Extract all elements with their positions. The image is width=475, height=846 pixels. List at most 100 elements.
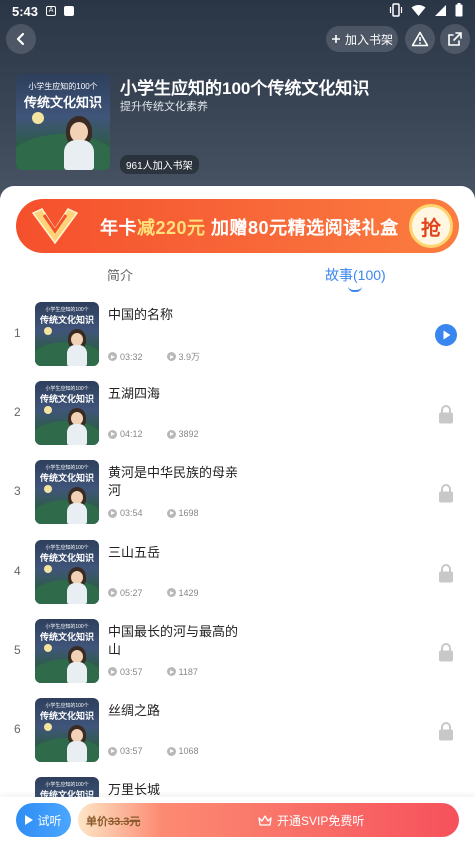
episode-number: 4 [14, 563, 21, 578]
episode-row[interactable]: 4 小学生应知的100个 传统文化知识 三山五岳 05:27 1429 [0, 539, 475, 608]
episode-title: 丝绸之路 [108, 703, 161, 718]
lock-icon [439, 484, 453, 503]
episode-duration: 03:57 [120, 666, 143, 677]
svip-label-text: 开通SVIP免费听 [277, 814, 365, 828]
episode-duration: 03:32 [120, 351, 143, 362]
episode-cover: 小学生应知的100个 传统文化知识 [35, 302, 99, 366]
play-count-icon [166, 746, 176, 756]
cover-moon [44, 327, 52, 335]
episode-number: 3 [14, 484, 21, 499]
episode-meta: 03:32 3.9万 [108, 350, 200, 363]
episode-title: 中国最长的河与最高的山 [108, 623, 239, 657]
cover-girl-body [67, 424, 87, 446]
episode-row[interactable]: 1 小学生应知的100个 传统文化知识 中国的名称 03:32 3.9万 [0, 302, 475, 370]
cover-girl-body [67, 345, 87, 366]
lock-icon [439, 642, 453, 662]
cover-hill [16, 134, 110, 170]
cover-girl-body [67, 661, 87, 683]
battery-icon [455, 3, 463, 17]
vibrate-icon [389, 3, 403, 17]
cover-line1: 小学生应知的100个 [45, 307, 89, 313]
svip-button[interactable]: 单价33.3元 开通SVIP免费听 [78, 803, 459, 837]
episode-number: 1 [14, 326, 21, 340]
episode-cover: 小学生应知的100个 传统文化知识 [35, 460, 99, 525]
play-count-icon [166, 508, 176, 518]
episode-plays: 1187 [178, 666, 198, 677]
chevron-left-icon [16, 32, 25, 46]
cover-girl-face [70, 122, 88, 142]
price-value: 33.3元 [108, 816, 141, 828]
banner-text: 年卡减220元 加赠80元精选阅读礼盒 [100, 214, 399, 240]
episode-plays: 3.9万 [178, 352, 201, 362]
episode-number: 6 [14, 722, 21, 736]
price-prefix: 单价 [86, 816, 108, 828]
cover-line1: 小学生应知的100个 [45, 465, 89, 472]
cover-line2: 传统文化知识 [23, 95, 102, 110]
cover-line1: 小学生应知的100个 [45, 782, 89, 789]
play-count-icon [166, 588, 176, 598]
annual-card-banner[interactable]: 年卡减220元 加赠80元精选阅读礼盒 抢 [16, 199, 459, 253]
cover-girl-body [64, 140, 94, 170]
episode-meta: 03:54 1698 [108, 508, 199, 518]
episode-row[interactable]: 5 小学生应知的100个 传统文化知识 中国最长的河与最高的山 03:57 1187 [0, 618, 475, 687]
cover-moon [44, 485, 52, 494]
tab-stories[interactable]: 故事(100) [325, 265, 386, 285]
episode-row[interactable]: 2 小学生应知的100个 传统文化知识 五湖四海 04:12 3892 [0, 381, 475, 449]
lock-icon [439, 722, 453, 741]
v-badge-icon [31, 208, 79, 245]
tab-intro[interactable]: 简介 [107, 265, 133, 284]
play-circle-icon[interactable] [435, 324, 457, 346]
lock-icon [439, 563, 453, 583]
shelf-count-badge: 961人加入书架 [120, 155, 199, 174]
duration-icon [108, 667, 117, 677]
episode-meta: 05:27 1429 [108, 588, 199, 598]
episode-plays: 3892 [178, 429, 199, 440]
add-to-shelf-button[interactable]: 加入书架 [326, 26, 398, 52]
episode-duration: 05:27 [120, 587, 143, 598]
cover-line2: 传统文化知识 [39, 552, 94, 563]
episode-plays: 1429 [178, 587, 199, 598]
episode-number: 5 [14, 642, 21, 657]
report-button[interactable] [405, 24, 435, 54]
cover-line1: 小学生应知的100个 [45, 703, 89, 709]
lock-icon [439, 405, 453, 424]
add-to-shelf-label: 加入书架 [344, 32, 393, 47]
cover-girl-face [71, 649, 83, 663]
bottom-bar: 试听 单价33.3元 开通SVIP免费听 [0, 797, 475, 846]
banner-suffix: 加赠80元精选阅读礼盒 [205, 218, 399, 238]
banner-highlight: 减220元 [137, 218, 206, 238]
cover-girl-body [67, 503, 87, 525]
banner-prefix: 年卡 [100, 218, 137, 238]
back-button[interactable] [6, 24, 36, 54]
cover-line2: 传统文化知识 [39, 473, 94, 484]
crown-icon [258, 814, 272, 826]
play-count-icon [166, 667, 176, 677]
play-icon [25, 815, 34, 825]
cover-girl-face [71, 570, 83, 584]
cover-line2: 传统文化知识 [39, 394, 94, 405]
notification-a-icon: A [46, 6, 57, 16]
book-title: 小学生应知的100个传统文化知识 [120, 79, 370, 98]
preview-listen-label: 试听 [37, 813, 62, 828]
cover-line2: 传统文化知识 [39, 711, 94, 721]
episode-duration: 04:12 [120, 429, 143, 440]
episode-row[interactable]: 3 小学生应知的100个 传统文化知识 黄河是中华民族的母亲河 03:54 1698 [0, 460, 475, 528]
play-count-icon [166, 429, 176, 439]
notification-square-icon [64, 6, 75, 16]
book-cover: 小学生应知的100个 传统文化知识 [16, 74, 110, 170]
grab-button[interactable]: 抢 [409, 204, 453, 248]
preview-listen-button[interactable]: 试听 [16, 803, 71, 837]
duration-icon [108, 429, 117, 439]
episode-row[interactable]: 6 小学生应知的100个 传统文化知识 丝绸之路 03:57 1068 [0, 698, 475, 766]
cover-moon [44, 643, 52, 652]
cover-moon [44, 406, 52, 415]
cover-line2: 传统文化知识 [39, 631, 94, 642]
wifi-icon [411, 4, 426, 16]
share-button[interactable] [440, 24, 470, 54]
plus-icon [331, 35, 340, 43]
episode-cover: 小学生应知的100个 传统文化知识 [35, 618, 99, 683]
episode-meta: 03:57 1187 [108, 667, 198, 677]
episode-title: 黄河是中华民族的母亲河 [108, 465, 239, 499]
episode-duration: 03:54 [120, 508, 143, 519]
signal-icon [435, 4, 446, 16]
